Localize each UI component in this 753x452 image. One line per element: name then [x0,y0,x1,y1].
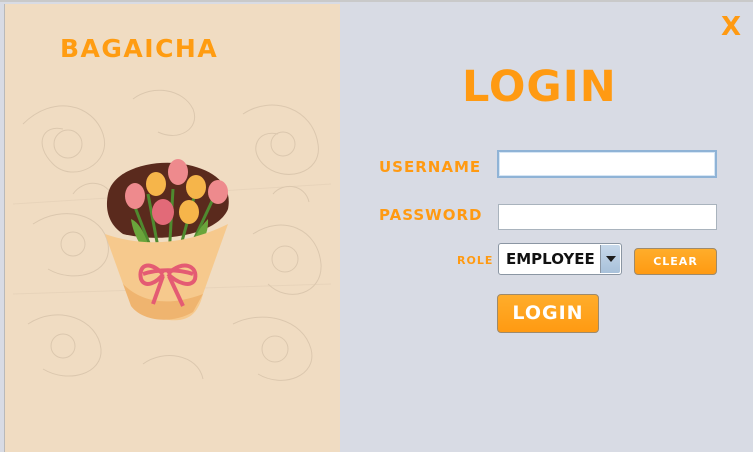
role-select[interactable]: EMPLOYEE [498,243,622,275]
role-select-value: EMPLOYEE [506,250,595,268]
username-input[interactable] [497,150,717,178]
role-label: ROLE [457,254,494,267]
brand-name: BAGAICHA [60,34,219,63]
login-button[interactable]: LOGIN [497,294,599,333]
username-label: USERNAME [379,158,482,176]
login-window: BAGAICHA X LOGIN USERNAME PASSWORD ROLE … [0,0,753,452]
clear-button[interactable]: CLEAR [634,248,717,275]
chevron-down-icon[interactable] [600,245,620,273]
login-title: LOGIN [462,62,617,112]
brand-panel: BAGAICHA [4,4,341,452]
password-label: PASSWORD [379,206,483,224]
password-input[interactable] [498,204,717,230]
close-icon[interactable]: X [721,12,741,42]
tulip-bouquet-illustration [13,89,331,381]
